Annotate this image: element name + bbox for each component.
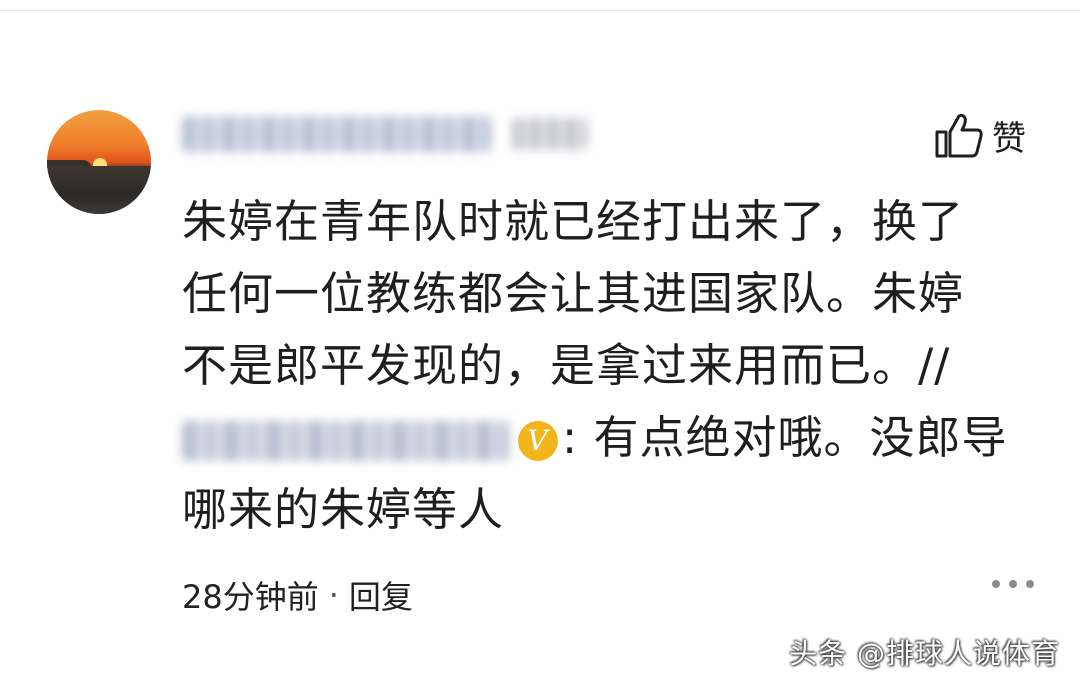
comment-line-2: 任何一位教练都会让其进国家队。朱婷 — [182, 267, 965, 320]
comment-line-4: V: 有点绝对哦。没郎导 — [182, 402, 1032, 474]
meta-separator: · — [328, 576, 339, 614]
comment-line-1: 朱婷在青年队时就已经打出来了，换了 — [182, 195, 965, 248]
like-label: 赞 — [992, 118, 1026, 159]
dot — [992, 580, 1000, 588]
user-badge-blurred — [512, 118, 588, 150]
like-button[interactable]: 赞 — [934, 110, 1026, 160]
top-divider — [0, 10, 1080, 11]
dot — [1009, 580, 1017, 588]
comment-body: 朱婷在青年队时就已经打出来了，换了 任何一位教练都会让其进国家队。朱婷 不是郎平… — [182, 186, 1032, 546]
comment-line-3: 不是郎平发现的，是拿过来用而已。// — [182, 339, 951, 392]
verified-badge-icon: V — [518, 421, 558, 461]
more-dots-icon[interactable] — [992, 580, 1034, 588]
comment-line-5: 哪来的朱婷等人 — [182, 483, 505, 536]
user-avatar[interactable] — [47, 110, 151, 214]
comment-meta: 28分钟前 · 回复 — [182, 572, 413, 618]
sun-icon — [93, 158, 107, 166]
watermark: 头条 @排球人说体育 — [789, 637, 1060, 670]
reply-button[interactable]: 回复 — [349, 572, 413, 618]
quoted-comment-text: : 有点绝对哦。没郎导 — [562, 411, 1008, 464]
username-blurred[interactable] — [182, 116, 492, 152]
comment-time: 28分钟前 — [182, 578, 319, 616]
avatar-horizon — [47, 166, 151, 214]
dot — [1026, 580, 1034, 588]
thumbs-up-icon — [935, 113, 983, 158]
mention-username-blurred[interactable] — [182, 421, 510, 461]
